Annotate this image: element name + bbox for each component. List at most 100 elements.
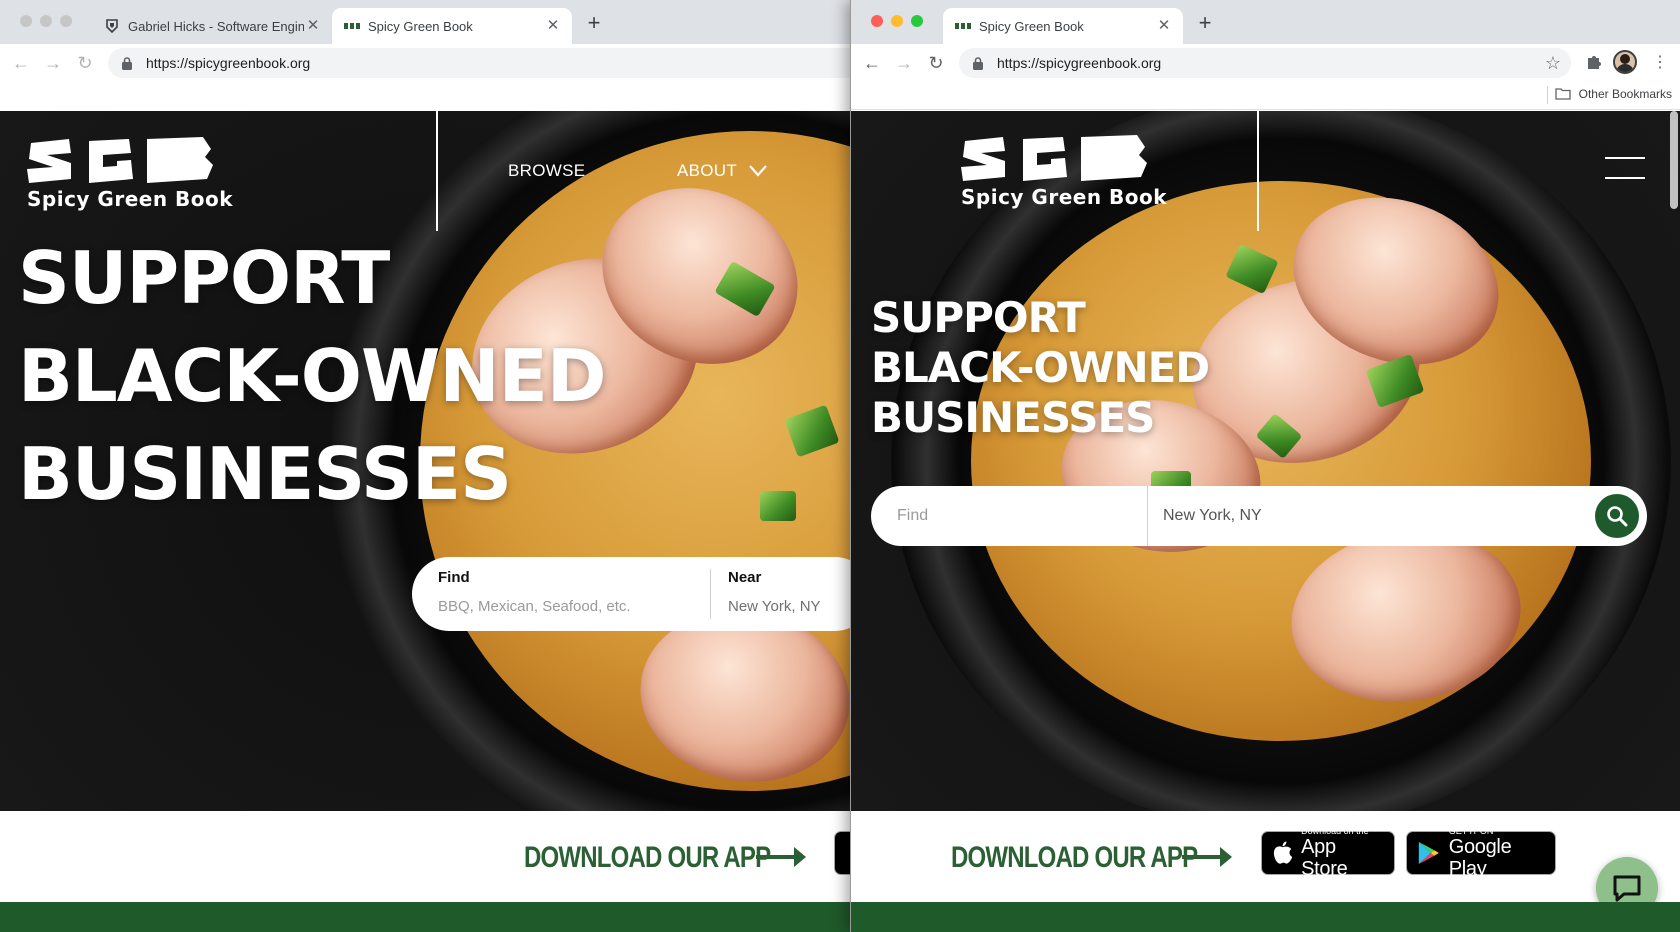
- new-tab-button[interactable]: +: [1193, 12, 1217, 36]
- tab-title: Spicy Green Book: [368, 18, 473, 34]
- near-value: New York, NY: [728, 598, 821, 615]
- back-icon[interactable]: ←: [10, 52, 32, 74]
- search-divider: [710, 569, 711, 619]
- footer-band: [851, 902, 1680, 932]
- star-icon[interactable]: ☆: [1545, 53, 1561, 74]
- logo-subtitle: Spicy Green Book: [27, 187, 234, 211]
- lock-icon: [973, 56, 987, 70]
- zoom-window-button[interactable]: [60, 15, 72, 27]
- headline-line: BUSINESSES: [871, 393, 1155, 442]
- google-play-button[interactable]: GET IT ON Google Play: [1406, 826, 1556, 880]
- zoom-window-button[interactable]: [911, 15, 923, 27]
- headline-line: BLACK-OWNED: [18, 334, 607, 418]
- arrow-right-icon: [1182, 847, 1232, 867]
- tab-strip: Gabriel Hicks - Software Engin ✕ Spicy G…: [0, 0, 850, 44]
- app-store-button[interactable]: Download on the App Store: [1261, 826, 1395, 880]
- url-text: https://spicygreenbook.org: [146, 55, 311, 71]
- hero-headline: SUPPORT BLACK-OWNED BUSINESSES: [871, 293, 1210, 443]
- page-viewport: Spicy Green Book BROWSE ABOUT SUPPORT BL…: [0, 111, 850, 932]
- headline-line: SUPPORT: [18, 236, 390, 320]
- tab-strip: Spicy Green Book ✕ +: [851, 0, 1680, 44]
- find-field[interactable]: Find BBQ, Mexican, Seafood, etc.: [438, 569, 698, 615]
- hero-section: Spicy Green Book BROWSE ABOUT SUPPORT BL…: [0, 111, 850, 811]
- header-divider: [436, 111, 438, 231]
- near-field[interactable]: Near New York, NY: [728, 569, 850, 615]
- headline-line: BLACK-OWNED: [871, 343, 1210, 392]
- find-placeholder: BBQ, Mexican, Seafood, etc.: [438, 598, 631, 615]
- bookmarks-bar: Other Bookmarks: [851, 82, 1680, 110]
- find-input[interactable]: Find: [897, 507, 928, 525]
- puzzle-icon[interactable]: [1585, 53, 1605, 73]
- nav-about[interactable]: ABOUT: [677, 161, 767, 181]
- header-divider: [1257, 111, 1259, 231]
- google-play-small-text: GET IT ON: [1448, 826, 1494, 836]
- reload-icon[interactable]: ↻: [74, 52, 96, 74]
- chevron-down-icon: [749, 165, 767, 177]
- scrollbar-thumb[interactable]: [1670, 111, 1678, 209]
- search-icon: [1607, 506, 1628, 527]
- forward-icon[interactable]: →: [42, 52, 64, 74]
- near-label: Near: [728, 569, 762, 586]
- nav-browse[interactable]: BROWSE: [508, 161, 585, 181]
- footer-band: [0, 902, 850, 932]
- shield-favicon-icon: [104, 18, 120, 34]
- browser-window-right: Spicy Green Book ✕ + ← → ↻ https://spicy…: [850, 0, 1680, 932]
- logo-subtitle: Spicy Green Book: [961, 185, 1168, 209]
- app-store-big-text: App Store: [1301, 836, 1348, 880]
- app-store-button[interactable]: [834, 831, 850, 875]
- back-icon[interactable]: ←: [861, 52, 883, 74]
- hamburger-menu-icon[interactable]: [1605, 155, 1645, 181]
- tab-title: Spicy Green Book: [979, 18, 1084, 34]
- near-input[interactable]: New York, NY: [1163, 507, 1262, 525]
- google-play-icon: [1418, 842, 1439, 864]
- app-store-small-text: Download on the: [1301, 826, 1369, 836]
- download-app-text: DOWNLOAD OUR APP: [951, 841, 1198, 874]
- tab-close-icon[interactable]: ✕: [304, 17, 322, 35]
- tab-title: Gabriel Hicks - Software Engin: [128, 18, 304, 34]
- tab-gabriel-hicks[interactable]: Gabriel Hicks - Software Engin ✕: [92, 8, 332, 44]
- hero-section: Spicy Green Book SUPPORT BLACK-OWNED BUS…: [851, 111, 1680, 811]
- tab-spicy-green-book[interactable]: Spicy Green Book ✕: [943, 8, 1183, 44]
- tab-close-icon[interactable]: ✕: [544, 17, 562, 35]
- browser-toolbar: ← → ↻ https://spicygreenbook.org ☆ ⋮: [851, 44, 1680, 82]
- url-text: https://spicygreenbook.org: [997, 55, 1162, 71]
- close-window-button[interactable]: [871, 15, 883, 27]
- other-bookmarks[interactable]: Other Bookmarks: [1554, 87, 1672, 101]
- address-bar[interactable]: https://spicygreenbook.org ☆: [959, 48, 1571, 78]
- search-bar: Find New York, NY: [871, 486, 1647, 546]
- forward-icon[interactable]: →: [893, 52, 915, 74]
- tab-spicy-green-book[interactable]: Spicy Green Book ✕: [332, 8, 572, 44]
- page-viewport: Spicy Green Book SUPPORT BLACK-OWNED BUS…: [851, 111, 1680, 932]
- sgb-logo-mark-icon: [27, 137, 213, 183]
- sgb-favicon-icon: [344, 18, 360, 34]
- sgb-logo[interactable]: Spicy Green Book: [27, 133, 233, 211]
- new-tab-button[interactable]: +: [582, 12, 606, 36]
- search-button[interactable]: [1595, 494, 1639, 538]
- folder-icon: [1554, 88, 1571, 100]
- address-bar[interactable]: https://spicygreenbook.org: [108, 48, 850, 78]
- chat-icon: [1613, 875, 1641, 902]
- lock-icon: [122, 56, 136, 70]
- browser-window-left: Gabriel Hicks - Software Engin ✕ Spicy G…: [0, 0, 850, 932]
- headline-line: SUPPORT: [871, 293, 1086, 342]
- sgb-logo-mark-icon: [961, 135, 1147, 181]
- other-bookmarks-label: Other Bookmarks: [1578, 87, 1672, 101]
- bookmarks-separator: [1547, 86, 1548, 104]
- find-label: Find: [438, 569, 470, 586]
- tab-close-icon[interactable]: ✕: [1155, 17, 1173, 35]
- download-app-text: DOWNLOAD OUR APP: [524, 841, 771, 874]
- profile-avatar[interactable]: [1613, 50, 1637, 74]
- sgb-logo[interactable]: Spicy Green Book: [961, 131, 1167, 209]
- green-onion-image: [760, 491, 796, 521]
- apple-icon: [1273, 841, 1293, 864]
- reload-icon[interactable]: ↻: [925, 52, 947, 74]
- minimize-window-button[interactable]: [891, 15, 903, 27]
- headline-line: BUSINESSES: [18, 432, 512, 516]
- hero-headline: SUPPORT BLACK-OWNED BUSINESSES: [18, 229, 607, 523]
- google-play-big-text: Google Play: [1448, 836, 1512, 880]
- minimize-window-button[interactable]: [40, 15, 52, 27]
- close-window-button[interactable]: [20, 15, 32, 27]
- download-app-bar: DOWNLOAD OUR APP: [0, 811, 850, 902]
- kebab-menu-icon[interactable]: ⋮: [1649, 52, 1671, 74]
- arrow-right-icon: [756, 847, 806, 867]
